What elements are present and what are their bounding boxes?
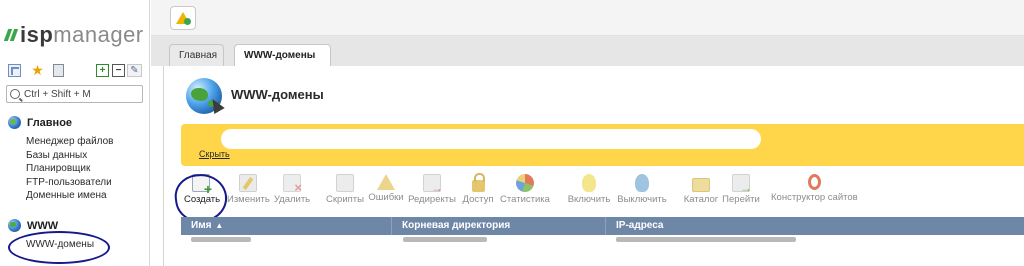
sidebar-item-www-domains[interactable]: WWW-домены bbox=[26, 238, 94, 252]
scripts-button[interactable]: Скрипты bbox=[326, 170, 364, 206]
table-cell-clipped bbox=[191, 237, 251, 242]
redirects-label: Редиректы bbox=[408, 194, 456, 205]
notice-banner: Скрыть bbox=[181, 124, 1024, 166]
sidebar-section-title: Главное bbox=[27, 116, 73, 129]
create-label: Создать bbox=[184, 194, 221, 205]
column-ip-addresses[interactable]: IP-адреса bbox=[606, 217, 1024, 235]
hide-notice-link[interactable]: Скрыть bbox=[199, 149, 230, 159]
column-root-directory-label: Корневая директория bbox=[402, 220, 511, 231]
action-toolbar: Создать Изменить Удалить Скрипты Ошибки … bbox=[181, 170, 1024, 210]
tab-home[interactable]: Главная bbox=[169, 44, 224, 66]
delete-label: Удалить bbox=[273, 194, 311, 205]
sidebar-toolbar: ★ + − ✎ bbox=[8, 63, 142, 78]
logo-isp: isp bbox=[20, 22, 54, 47]
errors-button[interactable]: Ошибки bbox=[368, 170, 404, 204]
redirects-button[interactable]: Редиректы bbox=[408, 170, 456, 206]
tab-label: Главная bbox=[179, 50, 218, 61]
create-button[interactable]: Создать bbox=[184, 170, 221, 206]
disable-label: Выключить bbox=[617, 194, 667, 205]
folder-button[interactable]: Каталог bbox=[683, 170, 719, 206]
column-name-label: Имя bbox=[191, 220, 212, 231]
tree-view-icon[interactable] bbox=[8, 64, 21, 77]
statistics-icon bbox=[516, 174, 534, 192]
sidebar-item-ftp-users[interactable]: FTP-пользователи bbox=[26, 176, 114, 190]
main-content: WWW-домены Скрыть Создать Изменить Удали… bbox=[163, 66, 1024, 266]
warning-icon bbox=[176, 12, 191, 25]
top-bar bbox=[151, 0, 1024, 36]
table-cell-clipped bbox=[616, 237, 796, 242]
scripts-icon bbox=[336, 174, 354, 192]
logo-mark-icon bbox=[3, 29, 19, 41]
sidebar-section-main[interactable]: Главное bbox=[8, 116, 72, 129]
column-name[interactable]: Имя ▲ bbox=[181, 217, 392, 235]
disable-button[interactable]: Выключить bbox=[617, 170, 667, 206]
menu-search-input[interactable] bbox=[24, 88, 139, 100]
go-icon bbox=[732, 174, 752, 194]
expand-all-icon[interactable]: + bbox=[96, 64, 109, 77]
logo-manager: manager bbox=[53, 22, 144, 47]
tab-bar: Главная WWW-домены× bbox=[151, 36, 1024, 81]
delete-icon bbox=[283, 174, 302, 194]
sidebar-item-file-manager[interactable]: Менеджер файлов bbox=[26, 135, 114, 149]
folder-icon bbox=[692, 178, 710, 192]
redacted-scribble bbox=[229, 136, 749, 144]
column-root-directory[interactable]: Корневая директория bbox=[392, 217, 606, 235]
notifications-button[interactable] bbox=[170, 6, 196, 30]
sidebar-section-www[interactable]: WWW bbox=[8, 219, 58, 232]
errors-label: Ошибки bbox=[368, 192, 404, 203]
site-builder-button[interactable]: Конструктор сайтов bbox=[771, 170, 858, 204]
ispmanager-logo[interactable]: ispmanager bbox=[3, 22, 144, 48]
errors-icon bbox=[377, 174, 395, 190]
sidebar: ispmanager ★ + − ✎ Главное Менеджер файл… bbox=[0, 0, 150, 266]
scripts-label: Скрипты bbox=[326, 194, 364, 205]
sidebar-item-scheduler[interactable]: Планировщик bbox=[26, 162, 114, 176]
create-icon bbox=[192, 174, 212, 195]
edit-label: Изменить bbox=[227, 194, 270, 205]
disable-icon bbox=[635, 174, 649, 192]
site-builder-label: Конструктор сайтов bbox=[771, 192, 858, 203]
sidebar-main-list: Менеджер файлов Базы данных Планировщик … bbox=[26, 135, 114, 203]
www-section-icon bbox=[8, 219, 21, 232]
delete-button[interactable]: Удалить bbox=[273, 170, 311, 206]
sort-ascending-icon: ▲ bbox=[215, 221, 224, 230]
sidebar-item-databases[interactable]: Базы данных bbox=[26, 149, 114, 163]
sidebar-item-domain-names[interactable]: Доменные имена bbox=[26, 189, 114, 203]
table-header: Имя ▲ Корневая директория IP-адреса bbox=[181, 217, 1024, 235]
menu-search bbox=[6, 85, 143, 103]
pin-icon[interactable]: ✎ bbox=[127, 64, 142, 77]
access-button[interactable]: Доступ bbox=[461, 170, 495, 206]
enable-label: Включить bbox=[567, 194, 611, 205]
statistics-label: Статистика bbox=[500, 194, 550, 205]
enable-icon bbox=[582, 174, 596, 192]
go-label: Перейти bbox=[722, 194, 760, 205]
logo-text: ispmanager bbox=[20, 22, 144, 48]
page-title: WWW-домены bbox=[231, 87, 324, 102]
access-icon bbox=[471, 173, 485, 192]
edit-icon bbox=[239, 174, 257, 192]
enable-button[interactable]: Включить bbox=[567, 170, 611, 206]
tab-www-domains[interactable]: WWW-домены× bbox=[234, 44, 331, 81]
redirects-icon bbox=[423, 174, 443, 194]
table-row[interactable] bbox=[191, 236, 1011, 244]
sidebar-section-title: WWW bbox=[27, 219, 59, 232]
table-cell-clipped bbox=[403, 237, 487, 242]
folder-label: Каталог bbox=[683, 194, 719, 205]
tab-label: WWW-домены bbox=[244, 50, 316, 61]
clipboard-icon[interactable] bbox=[53, 64, 64, 77]
column-ip-addresses-label: IP-адреса bbox=[616, 220, 664, 231]
main-section-icon bbox=[8, 116, 21, 129]
go-button[interactable]: Перейти bbox=[722, 170, 760, 206]
sidebar-www-list: WWW-домены bbox=[26, 238, 94, 252]
edit-button[interactable]: Изменить bbox=[227, 170, 270, 206]
site-builder-icon bbox=[807, 174, 821, 190]
collapse-all-icon[interactable]: − bbox=[112, 64, 125, 77]
search-icon bbox=[10, 89, 20, 99]
star-icon[interactable]: ★ bbox=[31, 63, 44, 77]
statistics-button[interactable]: Статистика bbox=[499, 170, 551, 206]
access-label: Доступ bbox=[462, 194, 494, 205]
